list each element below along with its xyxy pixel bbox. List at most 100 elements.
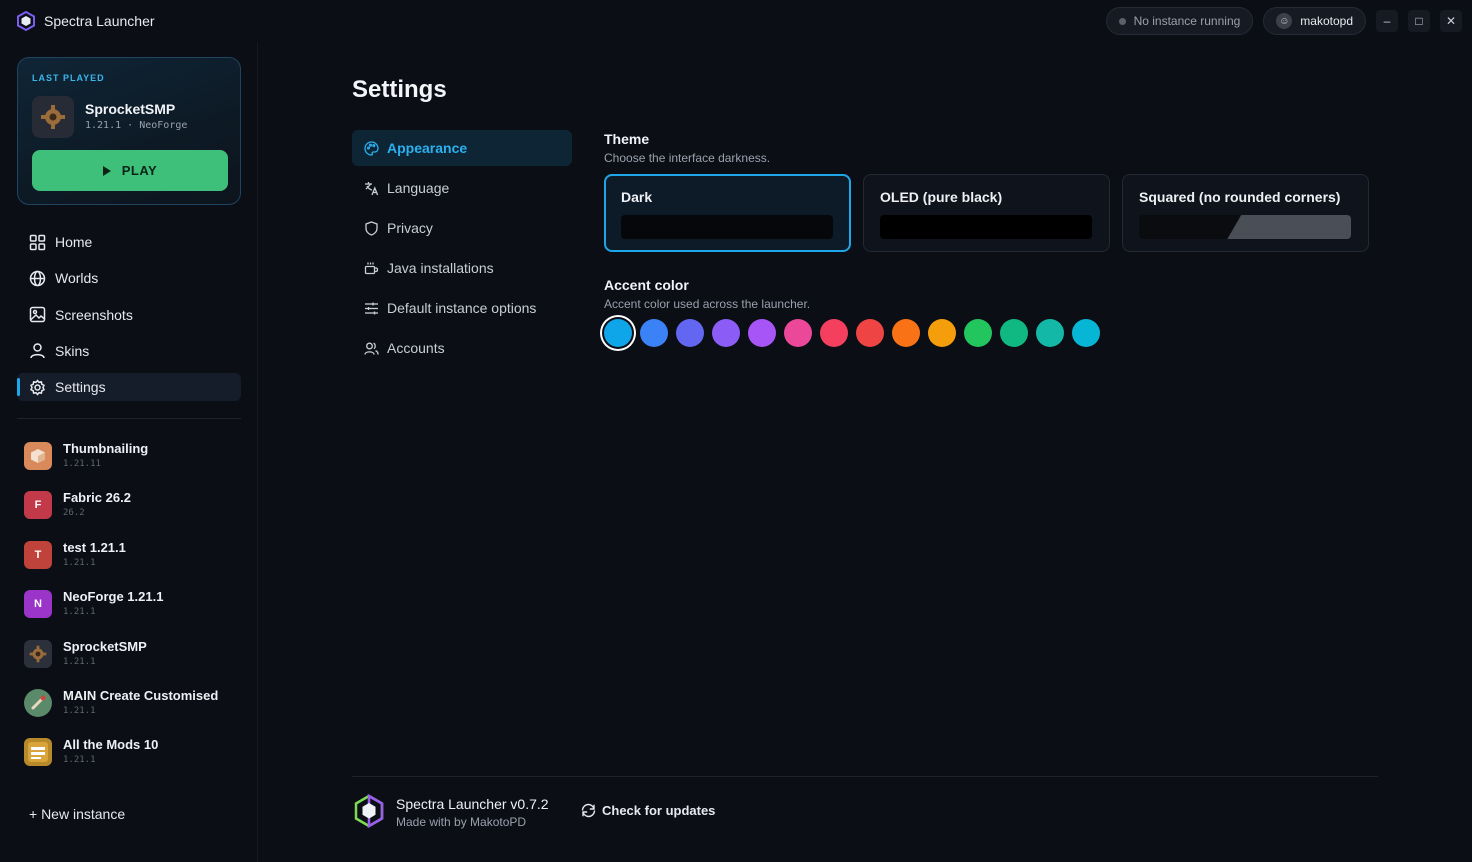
instance-icon: F bbox=[24, 491, 52, 520]
status-text: No instance running bbox=[1133, 14, 1241, 28]
instance-item-sprocketsmp[interactable]: SprocketSMP 1.21.1 bbox=[24, 634, 244, 683]
new-instance-button[interactable]: + New instance bbox=[29, 806, 125, 822]
theme-option-squared[interactable]: Squared (no rounded corners) bbox=[1122, 174, 1369, 252]
app-logo-icon bbox=[17, 11, 35, 31]
instance-version: 1.21.11 bbox=[63, 459, 101, 469]
nav-item-skins[interactable]: Skins bbox=[17, 337, 241, 365]
accent-swatch[interactable] bbox=[676, 319, 704, 347]
check-updates-button[interactable]: Check for updates bbox=[581, 803, 715, 818]
nav-label: Skins bbox=[55, 342, 90, 359]
instance-version: 1.21.1 bbox=[63, 656, 96, 667]
tab-java-installations[interactable]: Java installations bbox=[352, 250, 572, 286]
accent-swatch[interactable] bbox=[748, 319, 776, 347]
play-label: PLAY bbox=[121, 163, 158, 178]
status-dot-icon bbox=[1118, 17, 1126, 25]
accent-section-title: Accent color bbox=[604, 277, 689, 293]
sidebar: LAST PLAYED SprocketSMP 1.21.1 · NeoForg… bbox=[0, 42, 258, 862]
gear-cog-icon bbox=[29, 645, 47, 662]
instance-item-thumbnailing[interactable]: Thumbnailing 1.21.11 bbox=[24, 436, 244, 485]
accent-swatch[interactable] bbox=[928, 319, 956, 347]
instance-version: 1.21.1 bbox=[63, 557, 96, 568]
instance-version: 1.21.1 bbox=[63, 607, 96, 618]
instance-name: Thumbnailing bbox=[63, 441, 149, 456]
theme-options: Dark OLED (pure black) Squared (no round… bbox=[604, 174, 1369, 252]
instance-item-main-create[interactable]: MAIN Create Customised 1.21.1 bbox=[24, 683, 244, 732]
theme-preview bbox=[1139, 215, 1351, 239]
account-button[interactable]: ☺ makotopd bbox=[1263, 7, 1366, 35]
refresh-icon bbox=[581, 803, 596, 818]
instance-version: 26.2 bbox=[63, 508, 85, 519]
nav-label: Screenshots bbox=[55, 306, 133, 323]
last-played-version: 1.21.1 bbox=[85, 120, 122, 131]
instance-icon bbox=[24, 639, 52, 668]
sidebar-divider bbox=[17, 418, 241, 419]
accent-swatch[interactable] bbox=[856, 319, 884, 347]
nav-item-screenshots[interactable]: Screenshots bbox=[17, 301, 241, 329]
nav-item-home[interactable]: Home bbox=[17, 228, 241, 256]
image-icon bbox=[29, 306, 46, 323]
play-button[interactable]: PLAY bbox=[32, 150, 228, 191]
footer-credit: Made with by MakotoPD bbox=[396, 815, 527, 829]
accent-swatch[interactable] bbox=[712, 319, 740, 347]
accent-swatch[interactable] bbox=[964, 319, 992, 347]
footer-divider bbox=[352, 776, 1378, 777]
tab-appearance[interactable]: Appearance bbox=[352, 130, 572, 166]
nav-label: Home bbox=[55, 234, 93, 250]
wrench-icon bbox=[31, 695, 46, 710]
accent-swatch[interactable] bbox=[1036, 319, 1064, 347]
accent-swatch[interactable] bbox=[784, 319, 812, 347]
tab-accounts[interactable]: Accounts bbox=[352, 330, 572, 366]
tab-language[interactable]: Language bbox=[352, 170, 572, 206]
theme-option-dark[interactable]: Dark bbox=[604, 174, 851, 252]
accent-swatch[interactable] bbox=[892, 319, 920, 347]
instance-version: 1.21.1 bbox=[63, 705, 96, 716]
theme-option-label: Squared (no rounded corners) bbox=[1139, 189, 1341, 205]
nav-label: Settings bbox=[55, 379, 106, 396]
gear-cog-icon bbox=[41, 105, 65, 129]
theme-section-description: Choose the interface darkness. bbox=[604, 151, 771, 165]
atm-logo-icon bbox=[28, 742, 48, 763]
shield-icon bbox=[365, 220, 378, 236]
tab-label: Accounts bbox=[387, 340, 445, 356]
coffee-icon bbox=[364, 262, 379, 274]
nav-item-settings[interactable]: Settings bbox=[17, 373, 241, 402]
theme-preview bbox=[621, 215, 833, 239]
accent-swatch[interactable] bbox=[820, 319, 848, 347]
instance-icon: N bbox=[24, 590, 52, 619]
instance-item-test[interactable]: T test 1.21.1 1.21.1 bbox=[24, 535, 244, 584]
check-updates-label: Check for updates bbox=[602, 803, 716, 818]
last-played-label: LAST PLAYED bbox=[32, 73, 105, 83]
theme-option-oled[interactable]: OLED (pure black) bbox=[863, 174, 1110, 252]
tab-label: Default instance options bbox=[387, 300, 537, 316]
app-logo-icon bbox=[354, 794, 384, 828]
accent-swatch[interactable] bbox=[604, 319, 632, 347]
accent-swatch[interactable] bbox=[640, 319, 668, 347]
avatar: ☺ bbox=[1276, 13, 1293, 29]
instance-item-all-the-mods[interactable]: All the Mods 10 1.21.1 bbox=[24, 732, 244, 781]
tab-label: Privacy bbox=[387, 220, 433, 236]
page-title: Settings bbox=[352, 76, 447, 103]
close-button[interactable]: ✕ bbox=[1440, 10, 1462, 32]
account-name: makotopd bbox=[1300, 14, 1353, 28]
instance-name: SprocketSMP bbox=[63, 638, 147, 654]
nav-label: Worlds bbox=[55, 270, 99, 287]
last-played-card: LAST PLAYED SprocketSMP 1.21.1 · NeoForg… bbox=[17, 57, 241, 205]
maximize-button[interactable]: □ bbox=[1408, 10, 1430, 32]
tab-default-instance-options[interactable]: Default instance options bbox=[352, 290, 572, 326]
accent-color-swatches bbox=[604, 319, 1100, 347]
nav-item-worlds[interactable]: Worlds bbox=[17, 264, 241, 292]
instance-item-fabric[interactable]: F Fabric 26.2 26.2 bbox=[24, 485, 244, 534]
gear-icon bbox=[30, 379, 45, 396]
accent-swatch[interactable] bbox=[1000, 319, 1028, 347]
instance-name: test 1.21.1 bbox=[63, 539, 126, 555]
box-icon bbox=[31, 449, 45, 463]
instance-name: MAIN Create Customised bbox=[63, 687, 219, 703]
last-played-meta: 1.21.1 · NeoForge bbox=[85, 120, 187, 131]
theme-option-label: OLED (pure black) bbox=[880, 189, 1003, 205]
instance-item-neoforge[interactable]: N NeoForge 1.21.1 1.21.1 bbox=[24, 584, 244, 633]
instance-status-badge: No instance running bbox=[1105, 7, 1254, 35]
instance-icon bbox=[24, 688, 52, 717]
minimize-button[interactable]: – bbox=[1376, 10, 1398, 32]
accent-swatch[interactable] bbox=[1072, 319, 1100, 347]
tab-privacy[interactable]: Privacy bbox=[352, 210, 572, 246]
